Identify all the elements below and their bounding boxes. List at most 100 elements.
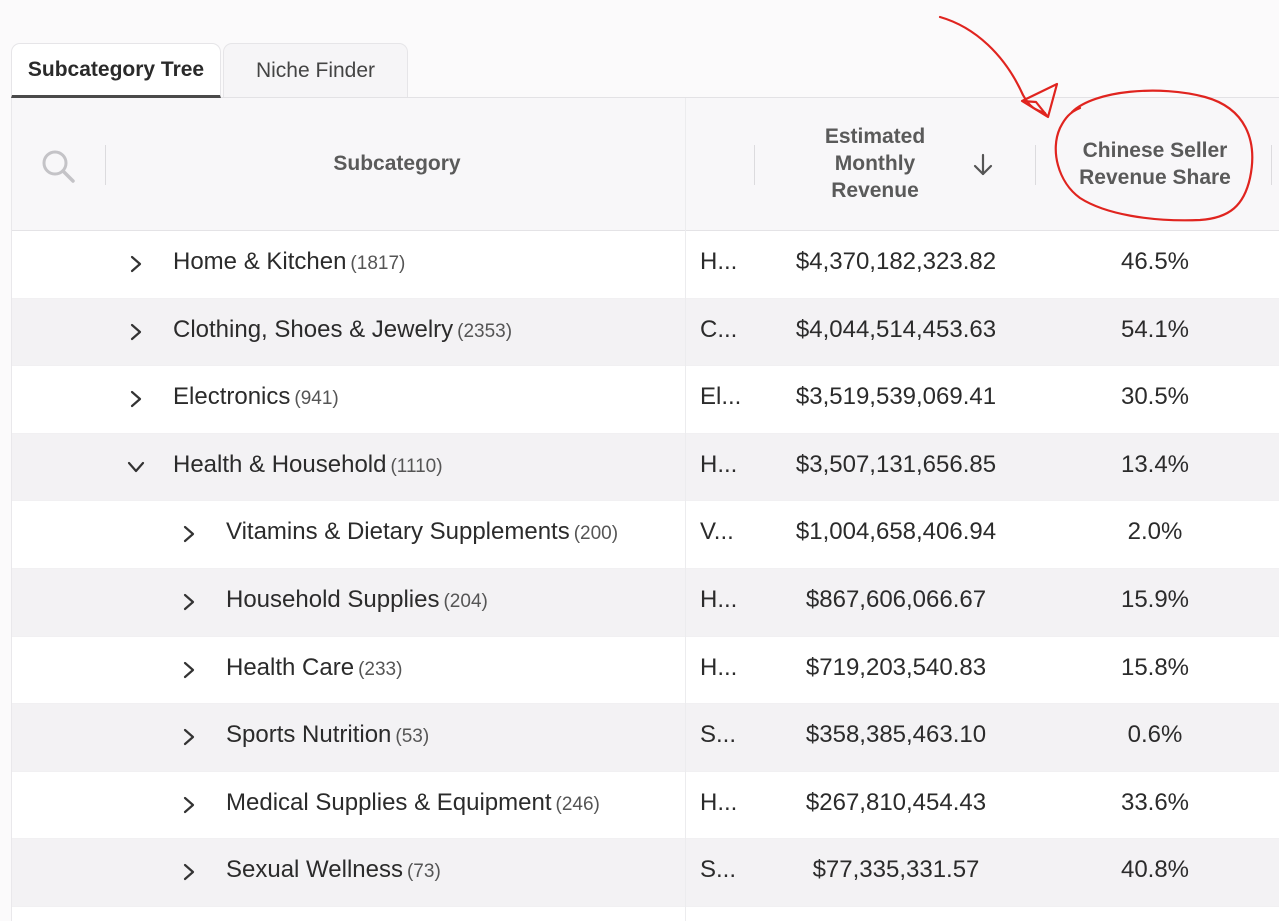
subcategory-label: Medical Supplies & Equipment [226, 788, 552, 816]
subcategory-label: Vitamins & Dietary Supplements [226, 518, 570, 546]
subcategory-name[interactable]: Health & Household (1110) [173, 451, 443, 479]
chevron-right-icon[interactable] [178, 659, 200, 681]
tab-bar: Subcategory Tree Niche Finder [11, 43, 408, 98]
table-row[interactable]: Vitamins & Dietary Supplements (200) V... $… [12, 501, 1279, 569]
subcategory-count: (204) [443, 590, 488, 612]
table-row[interactable]: Health & Household (1110) H... $3,507,131,6… [12, 433, 1279, 502]
revenue-cell: $3,507,131,656.85 [795, 450, 997, 478]
subcategory-name[interactable]: Home & Kitchen (1817) [173, 248, 405, 276]
subcategory-label: Sports Nutrition [226, 721, 392, 749]
truncated-cell: V... [700, 518, 734, 546]
header-share-line: Chinese Seller [1082, 139, 1228, 162]
chevron-right-icon[interactable] [178, 726, 200, 748]
table-row[interactable]: Home & Kitchen (1817) H... $4,370,182,323.8… [12, 231, 1279, 299]
table-row[interactable]: Sports Nutrition (53) S... $358,385,463.10 0… [12, 704, 1279, 772]
share-cell: 30.5% [1120, 383, 1190, 411]
subcategory-name[interactable]: Medical Supplies & Equipment (246) [226, 789, 600, 817]
revenue-cell: $867,606,066.67 [805, 585, 987, 613]
truncated-cell: El... [700, 383, 742, 411]
truncated-cell: H... [700, 585, 738, 613]
truncated-cell: H... [700, 450, 738, 478]
header-estimated-monthly-revenue[interactable]: Estimated Monthly Revenue [807, 123, 943, 204]
chevron-right-icon[interactable] [125, 321, 147, 343]
header-share-line: Revenue Share [1079, 166, 1231, 189]
table-row[interactable]: Medical Supplies & Equipment (246) H... $26… [12, 772, 1279, 840]
subcategory-count: (1817) [350, 253, 406, 274]
grid-body: Home & Kitchen (1817) H... $4,370,182,323.8… [12, 231, 1279, 907]
header-separator [105, 145, 106, 185]
header-revenue-line: Revenue [831, 179, 919, 202]
share-cell: 13.4% [1120, 450, 1190, 478]
share-cell: 15.8% [1120, 653, 1190, 681]
chevron-right-icon[interactable] [178, 591, 200, 613]
header-separator [1035, 145, 1036, 185]
subcategory-count: (73) [406, 861, 441, 883]
subcategory-label: Health Care [226, 653, 355, 681]
subcategory-name[interactable]: Sports Nutrition (53) [226, 721, 429, 749]
table-row[interactable]: Sexual Wellness (73) S... $77,335,331.57 40.… [12, 839, 1279, 907]
table-row[interactable]: Health Care (233) H... $719,203,540.83 15.8% [12, 637, 1279, 705]
share-cell: 46.5% [1120, 248, 1190, 275]
table-row[interactable]: Clothing, Shoes & Jewelry (2353) C... $4,04… [12, 298, 1279, 367]
subcategory-name[interactable]: Electronics (941) [173, 383, 339, 411]
subcategory-count: (1110) [390, 455, 443, 477]
subcategory-label: Home & Kitchen [173, 248, 347, 275]
revenue-cell: $719,203,540.83 [805, 653, 987, 681]
sort-button[interactable] [972, 153, 994, 177]
tab-subcategory-tree[interactable]: Subcategory Tree [11, 43, 221, 98]
truncated-cell: S... [700, 721, 737, 749]
subcategory-count: (233) [358, 658, 403, 680]
grid-header: Subcategory Estimated Monthly Revenue Ch… [12, 98, 1279, 231]
chevron-right-icon[interactable] [178, 523, 200, 545]
revenue-cell: $3,519,539,069.41 [795, 383, 997, 411]
table-row[interactable]: Electronics (941) El... $3,519,539,069.41 30… [12, 366, 1279, 434]
subcategory-count: (200) [573, 523, 619, 545]
subcategory-label: Sexual Wellness [226, 856, 403, 884]
tab-niche-finder[interactable]: Niche Finder [223, 43, 408, 98]
chevron-right-icon[interactable] [125, 253, 147, 275]
share-cell: 0.6% [1127, 721, 1183, 749]
subcategory-label: Health & Household [173, 450, 387, 478]
chevron-down-icon[interactable] [125, 456, 147, 478]
truncated-cell: S... [700, 856, 737, 884]
header-chinese-seller-revenue-share[interactable]: Chinese Seller Revenue Share [1070, 137, 1240, 191]
header-separator [1271, 145, 1272, 185]
subcategory-name[interactable]: Household Supplies (204) [226, 586, 488, 614]
chevron-right-icon[interactable] [125, 388, 147, 410]
subcategory-count: (53) [395, 726, 430, 748]
truncated-cell: C... [700, 315, 738, 343]
subcategory-name[interactable]: Health Care (233) [226, 654, 402, 682]
header-subcategory[interactable]: Subcategory [312, 150, 482, 177]
subcategory-count: (246) [555, 793, 600, 815]
share-cell: 2.0% [1127, 518, 1183, 546]
truncated-cell: H... [700, 788, 738, 816]
truncated-cell: H... [700, 248, 738, 275]
revenue-cell: $267,810,454.43 [805, 788, 987, 816]
share-cell: 15.9% [1120, 585, 1190, 613]
subcategory-count: (2353) [457, 320, 513, 342]
revenue-cell: $358,385,463.10 [805, 721, 987, 749]
header-separator [754, 145, 755, 185]
subcategory-name[interactable]: Sexual Wellness (73) [226, 856, 441, 884]
revenue-cell: $4,044,514,453.63 [795, 315, 997, 343]
search-button[interactable] [38, 146, 78, 186]
subcategory-label: Clothing, Shoes & Jewelry [173, 315, 454, 343]
share-cell: 33.6% [1120, 788, 1190, 816]
subcategory-name[interactable]: Clothing, Shoes & Jewelry (2353) [173, 316, 512, 344]
truncated-cell: H... [700, 653, 738, 681]
share-cell: 40.8% [1120, 856, 1190, 884]
search-icon [42, 150, 75, 183]
share-cell: 54.1% [1120, 315, 1190, 343]
chevron-right-icon[interactable] [178, 861, 200, 883]
table-row[interactable]: Household Supplies (204) H... $867,606,066.… [12, 568, 1279, 637]
subcategory-grid: Subcategory Estimated Monthly Revenue Ch… [11, 98, 1279, 921]
revenue-cell: $77,335,331.57 [812, 856, 980, 884]
header-revenue-line: Estimated [824, 125, 926, 148]
revenue-cell: $4,370,182,323.82 [795, 248, 997, 275]
arrow-down-icon [973, 153, 993, 176]
subcategory-name[interactable]: Vitamins & Dietary Supplements (200) [226, 518, 618, 546]
subcategory-count: (941) [294, 388, 339, 410]
chevron-right-icon[interactable] [178, 794, 200, 816]
subcategory-label: Household Supplies [226, 585, 440, 613]
header-revenue-line: Monthly [834, 152, 916, 175]
